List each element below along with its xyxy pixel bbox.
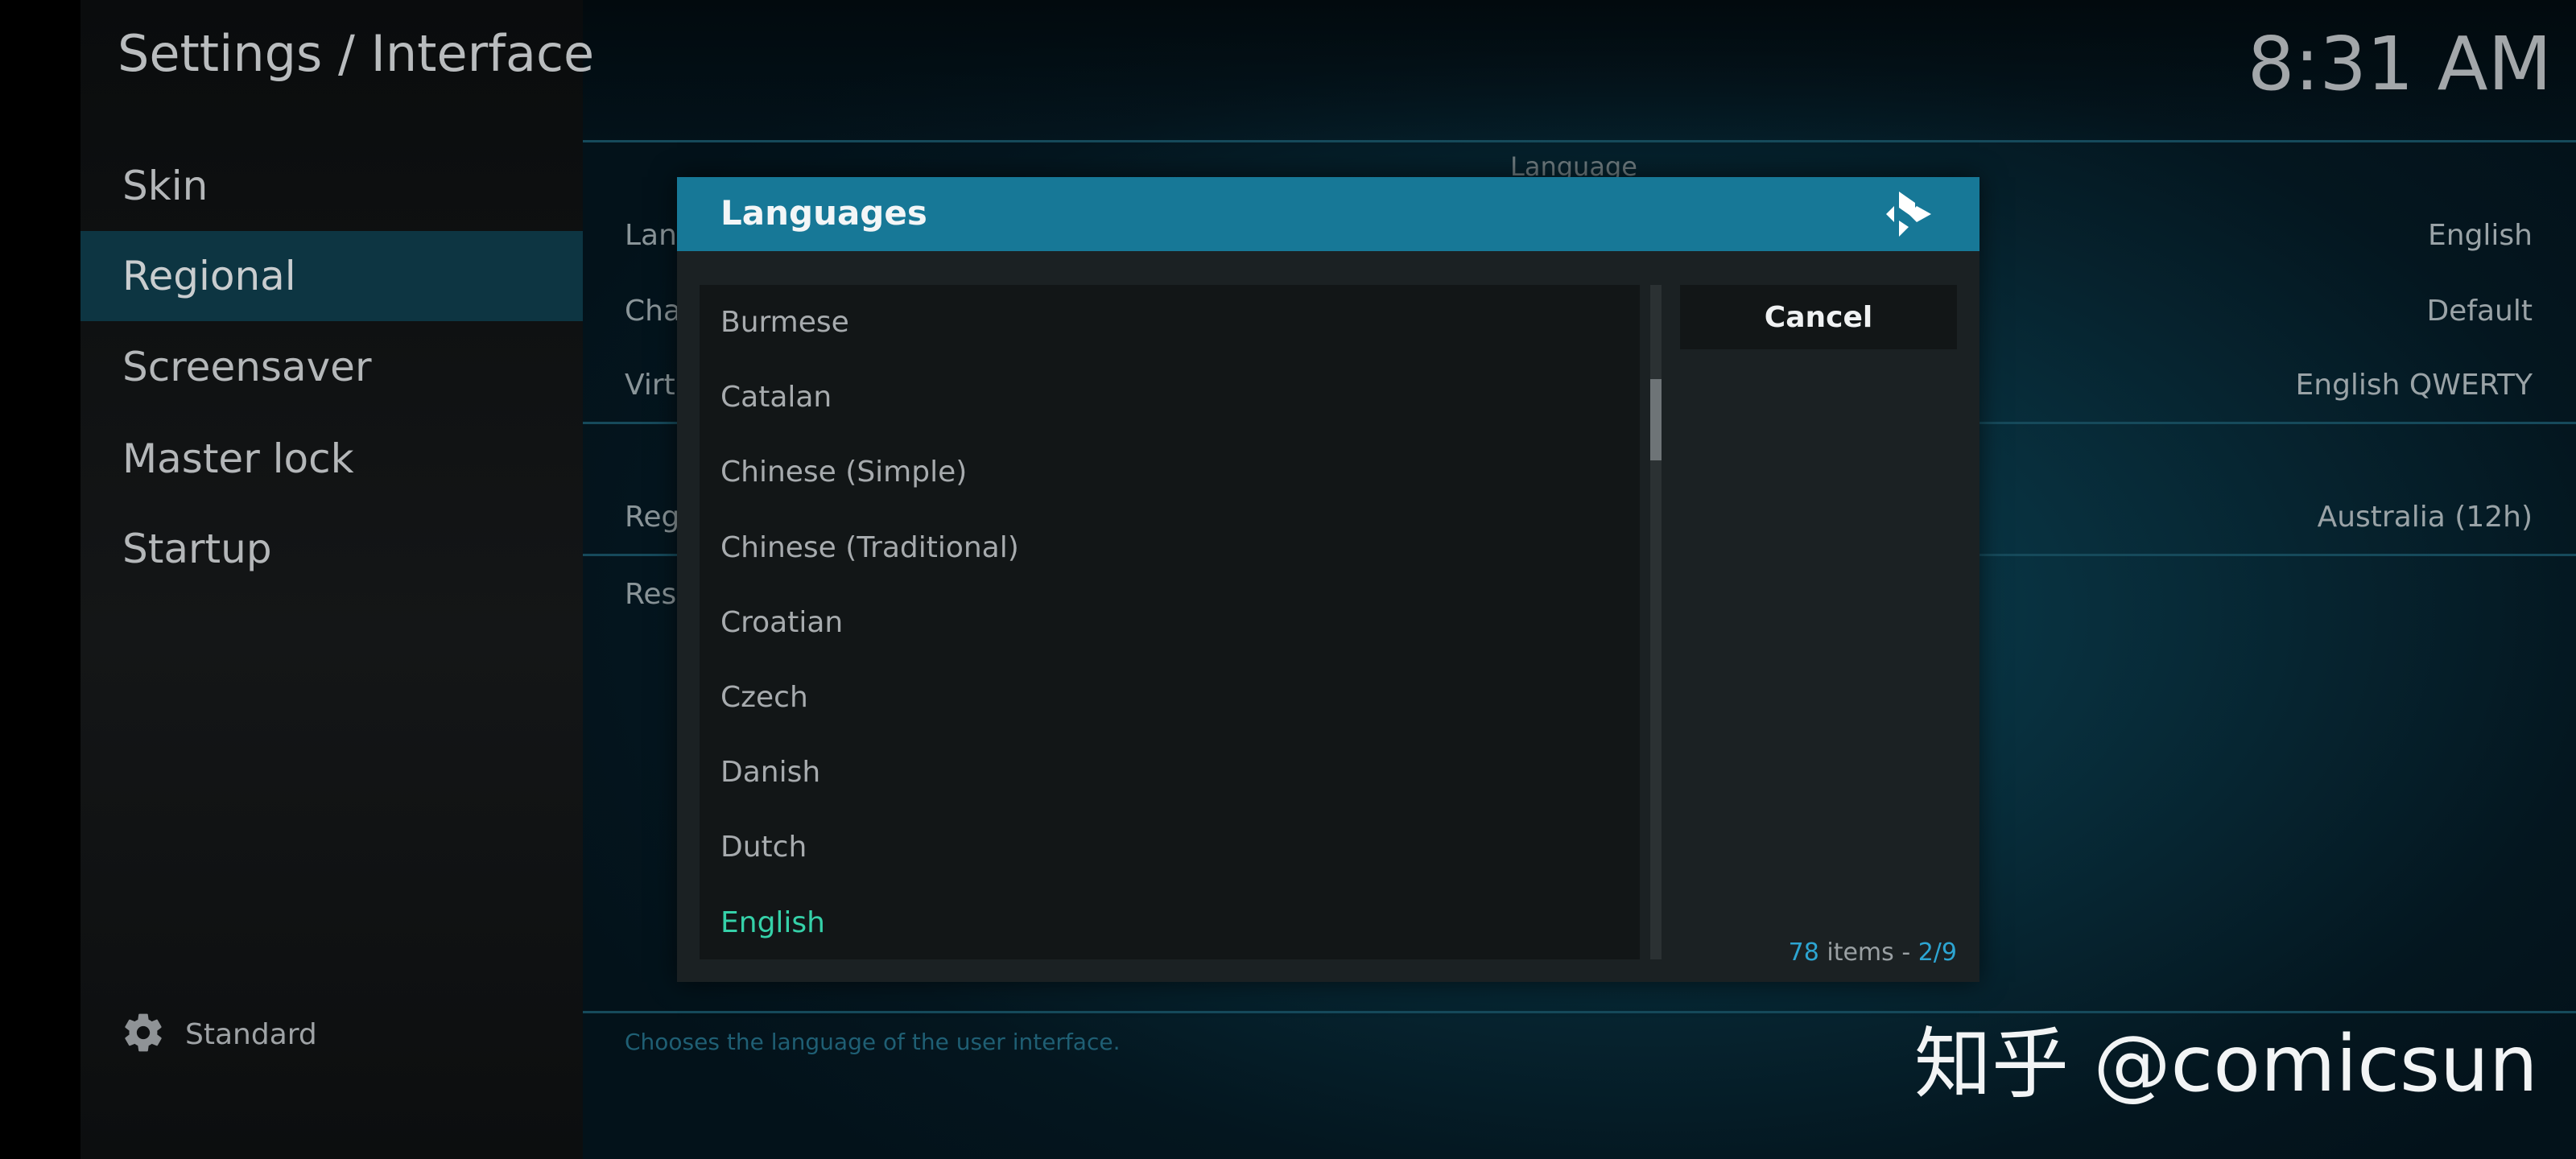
language-label: Chinese (Simple) (720, 456, 968, 489)
settings-level-label: Standard (185, 1017, 317, 1051)
items-total: 78 (1788, 938, 1819, 967)
language-label: Czech (720, 681, 808, 714)
language-list-item[interactable]: Chinese (Traditional) (700, 510, 1640, 585)
language-label: Chinese (Traditional) (720, 531, 1019, 564)
sidebar-item-master-lock[interactable]: Master lock (80, 414, 583, 504)
watermark: 知乎 @comicsun (1914, 1019, 2538, 1109)
items-word: items (1827, 938, 1894, 967)
dialog-header: Languages (677, 177, 1979, 251)
sidebar-item-label: Master lock (122, 435, 354, 482)
sidebar-item-label: Screensaver (122, 344, 372, 390)
setting-value-region[interactable]: Australia (12h) (2318, 501, 2533, 534)
languages-dialog: Languages Burmese Catalan Chinese (Simple)… (677, 177, 1979, 982)
language-list-item[interactable]: Dutch (700, 810, 1640, 885)
setting-label-keyboard[interactable]: Virt (625, 369, 675, 402)
setting-label-reset[interactable]: Res (625, 578, 676, 611)
sidebar-item-label: Startup (122, 526, 272, 572)
app-root: Language Lan English Cha Default Virt En… (0, 0, 2576, 1159)
language-label: Croatian (720, 606, 844, 639)
sidebar-item-screensaver[interactable]: Screensaver (80, 322, 583, 412)
setting-value-keyboard[interactable]: English QWERTY (2296, 369, 2533, 402)
help-text: Chooses the language of the user interfa… (625, 1029, 1121, 1055)
header-divider (583, 140, 2576, 142)
sidebar-item-regional[interactable]: Regional (80, 231, 583, 321)
setting-label-language[interactable]: Lan (625, 219, 677, 252)
language-list[interactable]: Burmese Catalan Chinese (Simple) Chinese (T… (700, 285, 1640, 959)
cancel-button[interactable]: Cancel (1680, 285, 1957, 349)
language-list-item[interactable]: Burmese (700, 285, 1640, 360)
setting-label-region[interactable]: Reg (625, 501, 679, 534)
language-label: Danish (720, 756, 821, 789)
setting-value-language[interactable]: English (2428, 219, 2533, 252)
kodi-logo-icon (1883, 188, 1934, 240)
sidebar-item-label: Skin (122, 163, 208, 209)
gear-icon (121, 1010, 166, 1058)
language-list-item[interactable]: Czech (700, 660, 1640, 735)
sidebar-item-label: Regional (122, 253, 296, 299)
sidebar-item-skin[interactable]: Skin (80, 141, 583, 231)
dialog-title: Languages (720, 193, 927, 233)
items-sep: - (1901, 938, 1911, 967)
list-scrollbar[interactable] (1650, 285, 1662, 959)
page-indicator: 2/9 (1918, 938, 1957, 967)
language-list-item[interactable]: Croatian (700, 585, 1640, 660)
items-count: 78 items - 2/9 (1789, 938, 1957, 967)
page-title: Settings / Interface (118, 24, 595, 83)
language-list-item[interactable]: English (700, 885, 1640, 959)
language-label: Catalan (720, 381, 832, 414)
setting-value-charset[interactable]: Default (2426, 295, 2533, 328)
sidebar-item-startup[interactable]: Startup (80, 504, 583, 594)
scrollbar-thumb[interactable] (1650, 379, 1662, 460)
language-label: Burmese (720, 306, 849, 339)
clock: 8:31 AM (2247, 21, 2552, 107)
language-list-item[interactable]: Chinese (Simple) (700, 435, 1640, 509)
setting-label-charset[interactable]: Cha (625, 295, 681, 328)
settings-level-button[interactable]: Standard (121, 1010, 317, 1058)
language-label: Dutch (720, 831, 807, 864)
language-list-item[interactable]: Danish (700, 735, 1640, 810)
language-label: English (720, 906, 825, 939)
language-list-item[interactable]: Catalan (700, 360, 1640, 435)
